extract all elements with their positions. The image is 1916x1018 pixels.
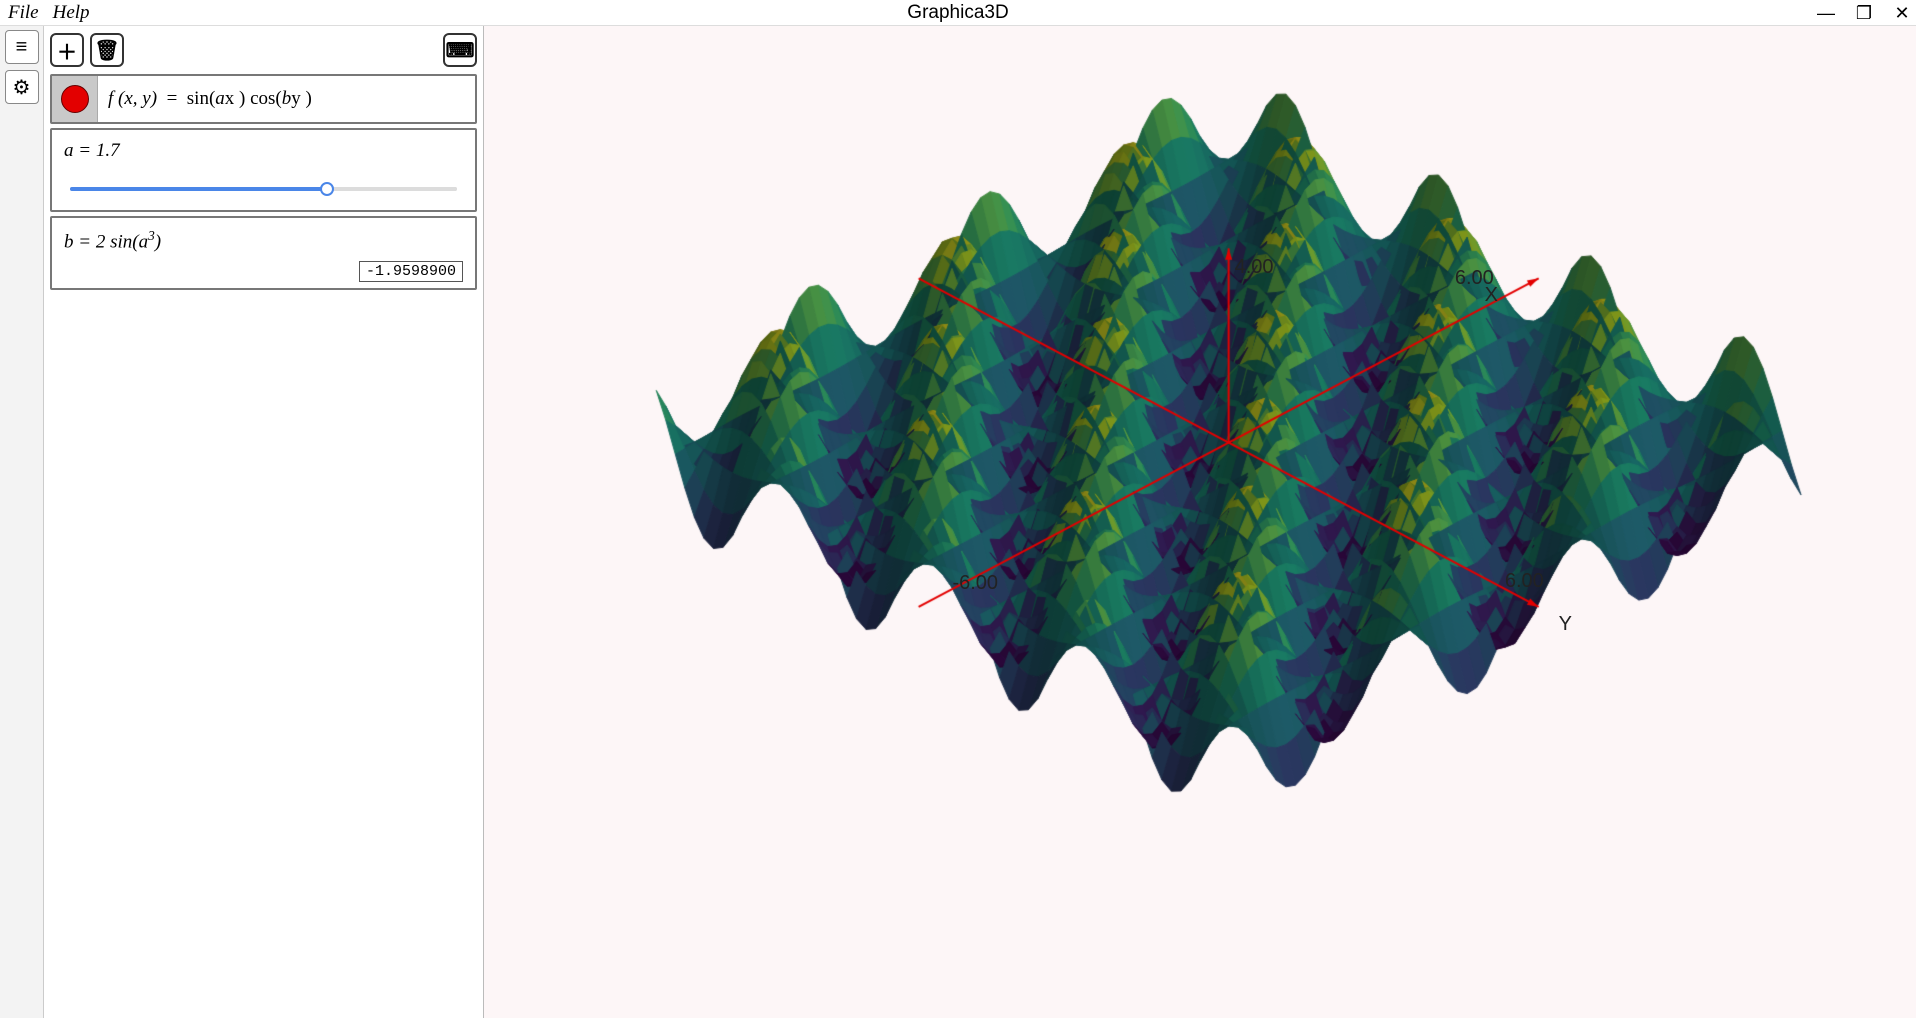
maximize-button[interactable]: ❐ [1854,3,1874,24]
parameter-a-card[interactable]: a = 1.7 [50,128,477,212]
window-controls: — ❐ ✕ [1816,0,1912,26]
settings-icon[interactable]: ⚙ [5,70,39,104]
function-card[interactable]: f (x, y) = sin(ax ) cos(by ) [50,74,477,124]
close-button[interactable]: ✕ [1892,3,1912,24]
circle-icon [61,85,89,113]
app-body: ≡ ⚙ ＋ 🗑 ⌨ f (x, y) = sin(ax ) cos(by ) [0,26,1916,1018]
minimize-button[interactable]: — [1816,3,1836,24]
add-button[interactable]: ＋ [50,33,84,67]
delete-button[interactable]: 🗑 [90,33,124,67]
title-bar: File Help Graphica3D — ❐ ✕ [0,0,1916,26]
parameter-a-slider[interactable] [70,187,457,191]
parameter-b-expression: b = 2 sin(a3) [64,228,463,253]
sidebar-toolbar: ＋ 🗑 ⌨ [50,30,477,70]
menu-icon[interactable]: ≡ [5,30,39,64]
viewport-3d[interactable]: X Y -6.00 6.00 6.00 4.00 [484,26,1916,1018]
parameter-a-label: a = 1.7 [64,140,463,162]
function-formula[interactable]: f (x, y) = sin(ax ) cos(by ) [98,76,475,122]
parameter-b-value: -1.9598900 [359,261,463,282]
app-title: Graphica3D [0,2,1916,24]
menu-file[interactable]: File [8,2,39,24]
algebra-sidebar: ＋ 🗑 ⌨ f (x, y) = sin(ax ) cos(by ) a = 1 [44,26,484,1018]
menu-bar: File Help [0,2,90,24]
keyboard-button[interactable]: ⌨ [443,33,477,67]
menu-help[interactable]: Help [53,2,90,24]
surface-canvas[interactable] [484,26,1916,1018]
parameter-b-card[interactable]: b = 2 sin(a3) -1.9598900 [50,216,477,290]
left-rail: ≡ ⚙ [0,26,44,1018]
function-color-swatch[interactable] [52,76,98,122]
